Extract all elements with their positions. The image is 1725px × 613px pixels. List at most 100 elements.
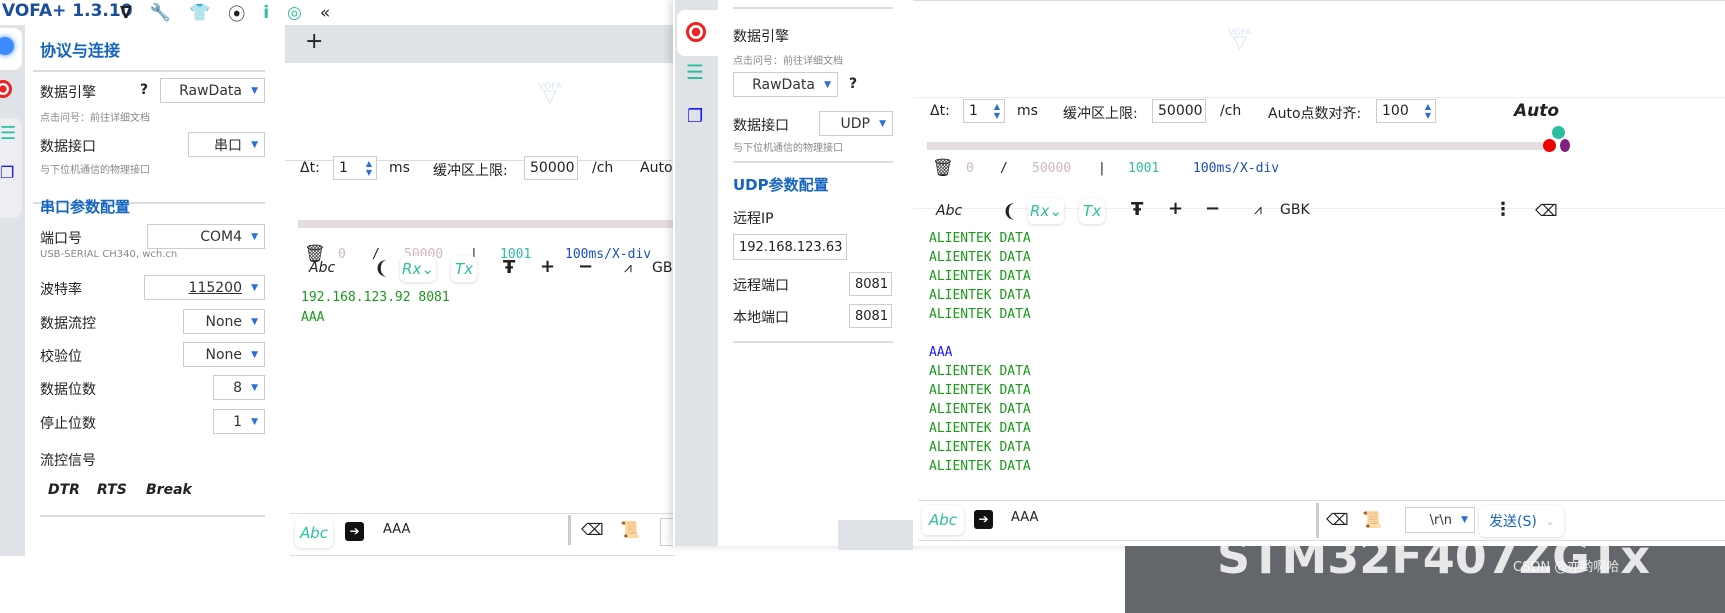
engine-select[interactable]: RawData: [160, 78, 265, 103]
waveform-icon[interactable]: ⩘: [1254, 202, 1262, 218]
channel-dot[interactable]: [1552, 126, 1565, 139]
param-label: 数据位数: [40, 382, 96, 398]
left-icon-column: ☰ ❐: [0, 25, 25, 556]
status-bar: |: [1098, 161, 1106, 176]
channel-dot[interactable]: [1560, 139, 1570, 152]
auto-button[interactable]: Auto: [1514, 101, 1559, 121]
auto-label: Auto: [640, 160, 673, 176]
received-line: ALIENTEK DATA: [929, 364, 1031, 379]
timestamp-icon[interactable]: ❨: [1002, 201, 1017, 222]
eraser-icon[interactable]: ⌫: [581, 520, 604, 539]
channel-dot[interactable]: [1543, 139, 1556, 152]
stop-bits-select[interactable]: 1: [213, 409, 265, 434]
engine-help[interactable]: ?: [140, 82, 148, 98]
port-select[interactable]: COM4: [147, 224, 265, 249]
break-button[interactable]: Break: [146, 482, 192, 498]
local-port-input[interactable]: 8081: [849, 304, 892, 328]
remote-port-input[interactable]: 8081: [849, 272, 892, 296]
zoom-out-icon[interactable]: −: [578, 256, 593, 277]
shirt-icon[interactable]: 👕: [189, 3, 210, 23]
remote-ip-input[interactable]: 192.168.123.63: [733, 234, 847, 260]
received-line: ALIENTEK DATA: [929, 250, 1031, 265]
encoding-select[interactable]: GBK: [1280, 202, 1310, 218]
record-icon[interactable]: [686, 22, 706, 42]
wrench-icon[interactable]: 🔧: [150, 3, 171, 23]
rts-button[interactable]: RTS: [97, 482, 127, 498]
abc-toggle[interactable]: Abc: [309, 260, 335, 276]
engine-select[interactable]: RawData: [733, 72, 838, 97]
fingerprint-icon[interactable]: ◎: [287, 3, 302, 23]
tx-toggle[interactable]: Tx: [1079, 198, 1105, 224]
engine-help[interactable]: ?: [849, 76, 857, 92]
send-file-icon[interactable]: ➔: [974, 510, 993, 529]
waveform-icon[interactable]: ⩘: [624, 260, 632, 276]
zoom-in-icon[interactable]: +: [540, 256, 555, 277]
send-input[interactable]: AAA: [383, 522, 410, 537]
interface-select[interactable]: 串口: [188, 132, 265, 157]
eraser-icon[interactable]: ⌫: [1326, 510, 1349, 529]
send-file-icon[interactable]: ➔: [345, 522, 364, 541]
local-port-label: 本地端口: [733, 310, 789, 326]
collapse-icon[interactable]: «: [320, 3, 330, 23]
record-icon[interactable]: [0, 80, 12, 98]
send-mode-toggle[interactable]: Abc: [295, 518, 333, 548]
status-count: 0: [966, 161, 974, 176]
dt-spinner[interactable]: 1: [963, 99, 1005, 123]
zoom-out-icon[interactable]: −: [1205, 198, 1220, 219]
abc-toggle[interactable]: Abc: [936, 203, 962, 219]
buffer-unit: /ch: [1220, 103, 1242, 119]
received-line: ALIENTEK DATA: [929, 231, 1031, 246]
tab-bar: +: [285, 25, 675, 63]
send-mode-toggle[interactable]: Abc: [922, 505, 964, 535]
screenshot-icon[interactable]: ⦿: [228, 0, 245, 25]
status-sep: /: [1000, 161, 1008, 176]
windows-icon[interactable]: ❐: [0, 163, 14, 182]
zoom-in-icon[interactable]: +: [1168, 198, 1183, 219]
clear-icon[interactable]: 🗑: [932, 158, 954, 178]
add-tab-button[interactable]: +: [305, 29, 323, 54]
param-label: 波特率: [40, 282, 82, 298]
list-icon[interactable]: ☰: [0, 123, 16, 144]
engine-label: 数据引擎: [40, 85, 96, 101]
timestamp-icon[interactable]: ❨: [374, 258, 389, 279]
windows-icon[interactable]: ❐: [687, 106, 703, 127]
line-ending-select[interactable]: \r\n: [1405, 507, 1475, 533]
remote-ip-label: 远程IP: [733, 211, 774, 227]
text-format-icon[interactable]: Ŧ: [1131, 199, 1143, 220]
interface-label: 数据接口: [40, 139, 96, 155]
baud-select[interactable]: 115200: [144, 275, 265, 300]
list-icon[interactable]: ☰: [686, 60, 704, 84]
script-icon[interactable]: 📜: [620, 520, 640, 539]
buffer-input[interactable]: 50000: [524, 156, 578, 180]
rx-toggle[interactable]: Rx ⌄: [400, 256, 436, 282]
flow-control-select[interactable]: None: [183, 309, 265, 334]
engine-hint[interactable]: 点击问号：前往详细文档: [40, 109, 150, 124]
eraser-icon[interactable]: ⌫: [1535, 201, 1558, 220]
align-spinner[interactable]: 100: [1376, 99, 1436, 123]
info-icon[interactable]: i: [263, 3, 269, 23]
dt-label: Δt:: [300, 160, 320, 176]
buffer-input[interactable]: 50000: [1152, 99, 1206, 123]
text-format-icon[interactable]: Ŧ: [503, 257, 515, 278]
interface-hint: 与下位机通信的物理接口: [40, 165, 150, 176]
send-button[interactable]: 发送(S) ⌄: [1479, 505, 1564, 537]
tx-toggle[interactable]: Tx: [451, 256, 477, 282]
app-title: VOFA+ 1.3.10: [2, 1, 133, 21]
rx-toggle[interactable]: Rx ⌄: [1028, 198, 1064, 224]
status-count: 0: [338, 247, 346, 262]
dtr-button[interactable]: DTR: [48, 482, 80, 498]
dt-spinner[interactable]: 1: [333, 156, 377, 180]
send-input[interactable]: AAA: [1011, 510, 1038, 525]
engine-hint[interactable]: 点击问号：前往详细文档: [733, 52, 843, 67]
received-line: ALIENTEK DATA: [929, 288, 1031, 303]
more-icon[interactable]: ⋮: [1494, 199, 1512, 220]
received-line: AAA: [929, 345, 953, 360]
data-bits-select[interactable]: 8: [213, 375, 265, 400]
interface-select[interactable]: UDP: [819, 111, 893, 136]
script-icon[interactable]: 📜: [1362, 510, 1382, 529]
right-icon-column: ☰ ❐: [675, 0, 718, 546]
panel-title: 协议与连接: [40, 41, 121, 60]
dt-unit: ms: [1017, 103, 1038, 119]
vofa-logo-icon[interactable]: ∇: [120, 3, 132, 23]
parity-select[interactable]: None: [183, 342, 265, 367]
